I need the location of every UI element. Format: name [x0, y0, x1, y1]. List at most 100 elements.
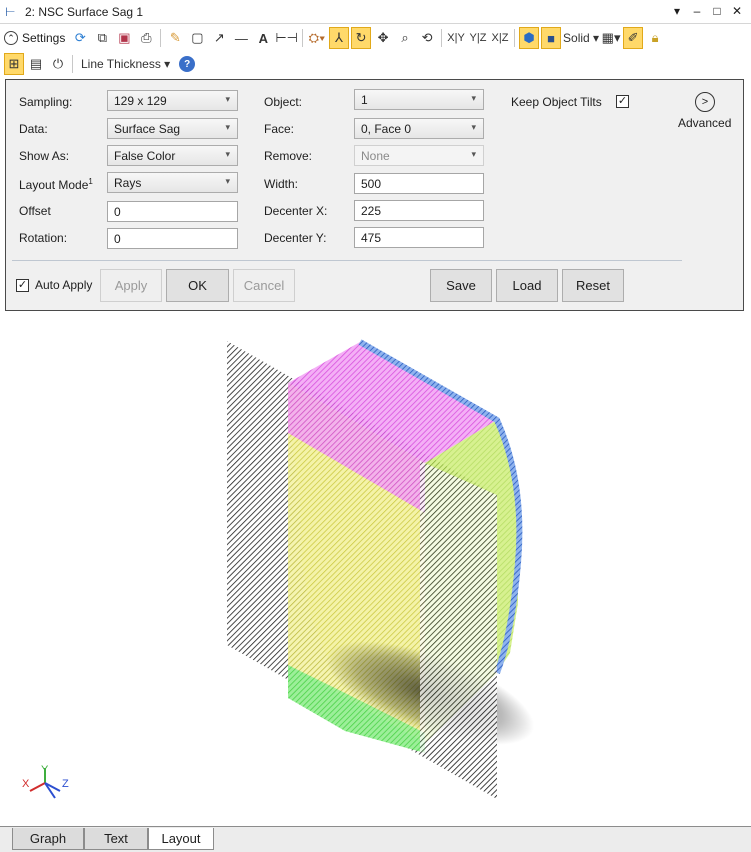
sampling-label: Sampling: — [19, 95, 73, 109]
help-icon[interactable]: ? — [179, 56, 196, 72]
window-layout-icon[interactable]: ▤ — [26, 53, 46, 75]
secondary-toolbar: ⊞ ▤ ⏻ Line Thickness ▾ ? — [0, 51, 751, 77]
panel-divider — [12, 260, 682, 261]
dimension-tool-icon[interactable]: ⊢⊣ — [275, 27, 298, 49]
pan-icon[interactable]: ✥ — [373, 27, 393, 49]
data-label: Data: — [19, 122, 48, 136]
axis-x-label: X — [22, 778, 30, 790]
remove-select: None ▾ — [354, 145, 484, 166]
rectangle-icon[interactable]: ▢ — [187, 27, 207, 49]
power-icon[interactable]: ⏻ — [48, 53, 68, 75]
view-xz-button[interactable]: X|Z — [490, 27, 510, 49]
line-icon[interactable]: — — [231, 27, 251, 49]
solid-fill-icon[interactable]: ■ — [541, 27, 562, 49]
chevron-down-icon: ▾ — [471, 149, 476, 159]
color-scheme-icon[interactable]: ▦▾ — [601, 27, 621, 49]
line-thickness-dropdown[interactable]: Line Thickness ▾ — [77, 53, 174, 75]
decenter-x-value: 225 — [361, 203, 382, 218]
rotate-tool-icon[interactable]: ↻ — [351, 27, 372, 49]
layout-mode-text: Layout Mode — [19, 178, 89, 192]
reset-view-icon[interactable]: ⟲ — [417, 27, 437, 49]
view-tabs: Graph Text Layout — [0, 826, 751, 852]
axis-z-label: Z — [62, 778, 69, 790]
layout-grid-icon[interactable]: ⊞ — [4, 53, 24, 75]
width-label: Width: — [264, 177, 299, 191]
save-button[interactable]: Save — [430, 269, 492, 302]
minimize-button[interactable]: – — [689, 3, 705, 19]
layout-view[interactable]: Y X Z — [0, 313, 751, 826]
tab-text[interactable]: Text — [84, 828, 148, 850]
view-xy-button[interactable]: X|Y — [446, 27, 466, 49]
chevron-down-icon: ▾ — [471, 93, 476, 103]
window-doc-icon: ⊢ — [5, 4, 16, 19]
arrow-line-icon[interactable]: ↗ — [209, 27, 229, 49]
rotation-field[interactable]: 0 — [107, 228, 238, 249]
decenter-x-field[interactable]: 225 — [354, 200, 484, 221]
load-button[interactable]: Load — [496, 269, 558, 302]
width-field[interactable]: 500 — [354, 173, 484, 194]
window-title: 2: NSC Surface Sag 1 — [25, 4, 144, 19]
save-image-icon[interactable]: ▣ — [114, 27, 134, 49]
keep-object-tilts-checkbox[interactable]: ✓ — [616, 95, 629, 108]
maximize-button[interactable]: □ — [709, 3, 725, 19]
auto-apply-checkbox[interactable]: ✓ — [16, 279, 29, 292]
solid-label: Solid — [563, 31, 590, 45]
toolbar-separator — [514, 29, 516, 47]
reset-button[interactable]: Reset — [562, 269, 624, 302]
decenter-y-field[interactable]: 475 — [354, 227, 484, 248]
settings-label: Settings — [22, 31, 66, 45]
layout-mode-value: Rays — [114, 175, 142, 190]
window-menu-button[interactable]: ▾ — [669, 3, 685, 19]
keep-object-tilts-label: Keep Object Tilts — [511, 95, 602, 109]
advanced-chevron-icon[interactable]: > — [695, 92, 715, 112]
apply-button[interactable]: Apply — [100, 269, 162, 302]
advanced-label[interactable]: Advanced — [678, 116, 731, 130]
toolbar-separator — [160, 29, 162, 47]
highlight-tool-icon[interactable]: ✐ — [623, 27, 644, 49]
offset-label: Offset — [19, 204, 51, 218]
ok-button[interactable]: OK — [166, 269, 229, 302]
lock-icon[interactable]: 🔒︎ — [645, 27, 665, 49]
offset-field[interactable]: 0 — [107, 201, 238, 222]
face-select[interactable]: 0, Face 0 ▾ — [354, 118, 484, 139]
sampling-select[interactable]: 129 x 129 ▾ — [107, 90, 238, 111]
chevron-down-icon: ▾ — [225, 176, 230, 186]
data-value: Surface Sag — [114, 121, 181, 136]
offset-value: 0 — [114, 204, 121, 219]
rotation-value: 0 — [114, 231, 121, 246]
tab-graph[interactable]: Graph — [12, 828, 84, 850]
layout-mode-footnote: 1 — [88, 177, 93, 186]
3d-box-icon[interactable]: ⬢ — [519, 27, 540, 49]
axis-y-label: Y — [41, 764, 49, 776]
layout-mode-select[interactable]: Rays ▾ — [107, 172, 238, 193]
remove-value: None — [361, 148, 390, 163]
rotation-label: Rotation: — [19, 231, 68, 245]
data-select[interactable]: Surface Sag ▾ — [107, 118, 238, 139]
face-value: 0, Face 0 — [361, 121, 412, 136]
settings-panel: Sampling: 129 x 129 ▾ Data: Surface Sag … — [5, 79, 744, 311]
refresh-icon[interactable]: ⟳ — [70, 27, 90, 49]
copy-icon[interactable]: ⧉ — [92, 27, 112, 49]
print-icon[interactable]: ⎙ — [136, 27, 156, 49]
main-toolbar: ⌃ Settings ⟳ ⧉ ▣ ⎙ ✎ ▢ ↗ — A ⊢⊣ ⛭▾ ⅄ ↻ ✥… — [0, 25, 751, 51]
layout-mode-label: Layout Mode1 — [19, 177, 93, 192]
solid-dropdown[interactable]: Solid ▾ — [563, 27, 599, 49]
settings-button[interactable]: ⌃ Settings — [0, 31, 69, 45]
cancel-button[interactable]: Cancel — [233, 269, 295, 302]
show-as-select[interactable]: False Color ▾ — [107, 145, 238, 166]
tab-layout[interactable]: Layout — [148, 828, 214, 850]
pencil-icon[interactable]: ✎ — [165, 27, 185, 49]
object-select[interactable]: 1 ▾ — [354, 89, 484, 110]
zoom-icon[interactable]: ⌕ — [395, 27, 415, 49]
toolbar-separator — [72, 55, 73, 73]
axes-tool-icon[interactable]: ⅄ — [329, 27, 350, 49]
chevron-down-icon: ▾ — [471, 122, 476, 132]
decenter-x-label: Decenter X: — [264, 204, 328, 218]
toolbar-separator — [441, 29, 443, 47]
rotate-view-icon[interactable]: ⛭▾ — [307, 27, 327, 49]
layout-canvas: Y X Z — [22, 339, 535, 799]
decenter-y-value: 475 — [361, 230, 382, 245]
text-tool-icon[interactable]: A — [253, 27, 273, 49]
view-yz-button[interactable]: Y|Z — [468, 27, 488, 49]
close-button[interactable]: ✕ — [729, 3, 745, 19]
